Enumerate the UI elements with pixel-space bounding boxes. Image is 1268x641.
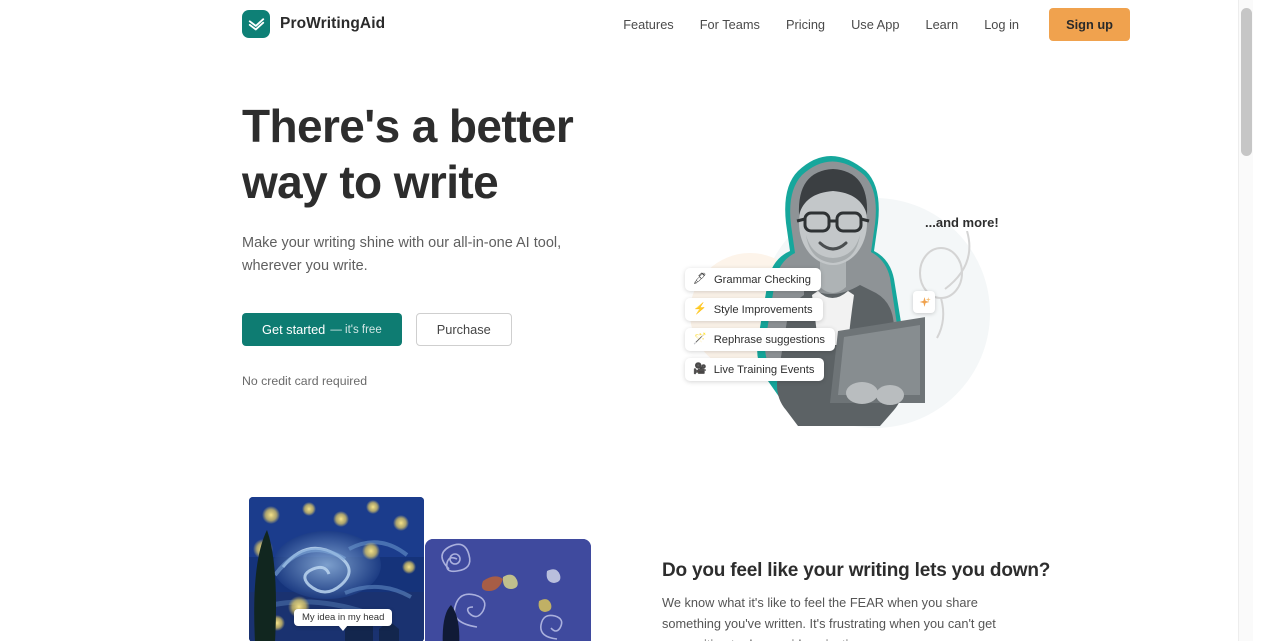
- nav-item-features[interactable]: Features: [623, 17, 674, 32]
- nav-item-use-app[interactable]: Use App: [851, 17, 899, 32]
- magic-wand-icon: 🪄: [693, 333, 707, 345]
- hero-subtitle: Make your writing shine with our all-in-…: [242, 235, 562, 274]
- feature-pill-grammar-checking: 🖋 Grammar Checking: [685, 268, 821, 291]
- brand-logo[interactable]: ProWritingAid: [242, 10, 385, 38]
- page-root: ProWritingAid Features For Teams Pricing…: [0, 0, 1253, 641]
- writing-lets-you-down-section: My idea in my head Do you feel like your…: [0, 485, 1253, 641]
- hero-title-line-1: There's a better: [242, 100, 574, 152]
- pen-icon: 🖋: [693, 273, 707, 285]
- brand-name: ProWritingAid: [280, 15, 386, 32]
- feature-pill-label: Live Training Events: [713, 363, 815, 376]
- hero-section: There's a better way to write Make your …: [0, 48, 1253, 428]
- lightning-icon: ⚡: [693, 303, 707, 315]
- feature-pill-list: 🖋 Grammar Checking ⚡ Style Improvements …: [685, 268, 875, 388]
- prowritingaid-book-logo-icon: [242, 10, 270, 38]
- section2-copy: Do you feel like your writing lets you d…: [662, 560, 1051, 641]
- get-started-label: Get started: [262, 322, 326, 337]
- section2-body: We know what it's like to feel the FEAR …: [662, 595, 996, 641]
- crude-starry-night-drawing: [425, 539, 591, 641]
- nav-item-pricing[interactable]: Pricing: [786, 17, 825, 32]
- page-scrollbar[interactable]: [1238, 0, 1253, 641]
- feature-pill-label: Style Improvements: [713, 303, 813, 316]
- hero-title: There's a better way to write: [242, 98, 642, 210]
- nav-item-log-in[interactable]: Log in: [984, 17, 1019, 32]
- feature-pill-rephrase-suggestions: 🪄 Rephrase suggestions: [685, 328, 836, 351]
- painting-caption: My idea in my head: [294, 609, 393, 631]
- nav-item-for-teams[interactable]: For Teams: [700, 17, 760, 32]
- purchase-button[interactable]: Purchase: [415, 313, 512, 346]
- main-nav: Features For Teams Pricing Use App Learn…: [623, 7, 1130, 41]
- get-started-free-suffix: — it's free: [330, 323, 382, 336]
- hero-illustration: ...and more! 🖋 Grammar Checking ⚡ Style …: [655, 143, 1015, 433]
- section2-title: Do you feel like your writing lets you d…: [662, 560, 1051, 581]
- movie-camera-icon: 🎥: [693, 363, 707, 375]
- site-header: ProWritingAid Features For Teams Pricing…: [0, 0, 1253, 48]
- nav-item-learn[interactable]: Learn: [925, 17, 958, 32]
- sparkles-icon: [913, 291, 935, 313]
- hero-title-line-2: way to write: [242, 156, 499, 208]
- feature-pill-live-training-events: 🎥 Live Training Events: [685, 358, 825, 381]
- feature-pill-style-improvements: ⚡ Style Improvements: [685, 298, 823, 321]
- get-started-button[interactable]: Get started — it's free: [242, 313, 402, 346]
- feature-pill-label: Rephrase suggestions: [713, 333, 826, 346]
- and-more-label: ...and more!: [925, 215, 999, 230]
- feature-pill-label: Grammar Checking: [713, 273, 811, 286]
- sign-up-button[interactable]: Sign up: [1049, 7, 1130, 41]
- scrollbar-thumb[interactable]: [1241, 8, 1252, 156]
- balloon-icon: [919, 231, 971, 339]
